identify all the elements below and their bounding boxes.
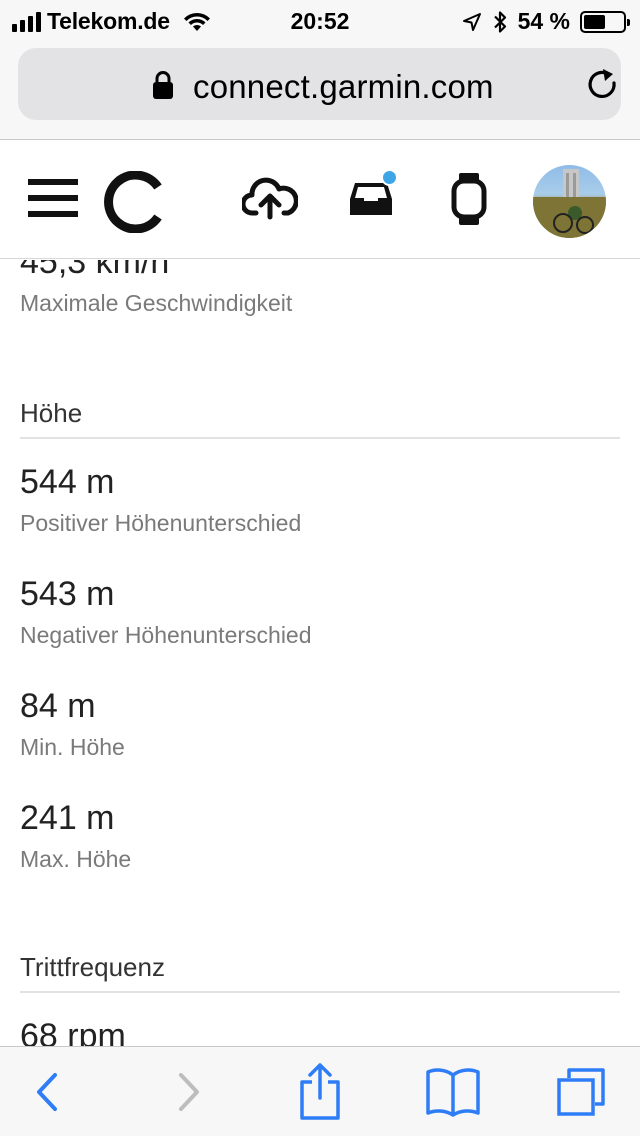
- back-icon[interactable]: [30, 1067, 64, 1117]
- notification-dot: [381, 169, 398, 186]
- stat-label: Positiver Höhenunterschied: [20, 510, 302, 536]
- section-title-cadence: Trittfrequenz: [20, 952, 620, 993]
- share-icon[interactable]: [296, 1061, 344, 1121]
- max-speed-stat: 45,3 km/h Maximale Geschwindigkeit: [20, 260, 620, 318]
- status-bar: Telekom.de 20:52 54 %: [0, 0, 640, 40]
- device-watch-icon[interactable]: [451, 171, 487, 227]
- tabs-icon[interactable]: [554, 1067, 608, 1117]
- cadence-stat: 68 rpm: [20, 1016, 620, 1046]
- url-text: connect.garmin.com: [193, 68, 494, 105]
- stat-label: Maximale Geschwindigkeit: [20, 290, 293, 316]
- stat-value: 68 rpm: [20, 1017, 126, 1046]
- forward-icon[interactable]: [172, 1067, 206, 1117]
- bookmarks-icon[interactable]: [424, 1067, 482, 1117]
- bluetooth-icon: [493, 10, 506, 33]
- browser-toolbar: [0, 1046, 640, 1136]
- stat-value: 544 m: [20, 463, 115, 501]
- menu-icon[interactable]: [28, 177, 78, 219]
- inbox-icon[interactable]: [346, 169, 398, 221]
- max-elevation-stat: 241 m Max. Höhe: [20, 798, 620, 874]
- battery-icon: [580, 10, 630, 33]
- upload-cloud-icon[interactable]: [242, 177, 298, 221]
- stat-label: Max. Höhe: [20, 846, 132, 872]
- garmin-header: [0, 141, 640, 259]
- min-elevation-stat: 84 m Min. Höhe: [20, 686, 620, 762]
- browser-address-area: connect.garmin.com: [0, 40, 640, 140]
- avatar[interactable]: [533, 165, 606, 238]
- lock-icon: [153, 71, 173, 99]
- stat-value: 543 m: [20, 575, 115, 613]
- stat-value: 241 m: [20, 799, 115, 837]
- elevation-gain-stat: 544 m Positiver Höhenunterschied: [20, 462, 620, 538]
- reload-icon[interactable]: [584, 66, 622, 104]
- stat-value: 84 m: [20, 687, 96, 725]
- stat-label: Min. Höhe: [20, 734, 125, 760]
- status-right: 54 %: [462, 8, 630, 35]
- elevation-loss-stat: 543 m Negativer Höhenunterschied: [20, 574, 620, 650]
- section-title-elevation: Höhe: [20, 398, 620, 439]
- stat-value: 45,3 km/h: [20, 260, 170, 281]
- location-arrow-icon: [462, 12, 481, 31]
- stat-label: Negativer Höhenunterschied: [20, 622, 312, 648]
- battery-level-fill: [584, 14, 605, 29]
- activity-stats: 45,3 km/h Maximale Geschwindigkeit Höhe …: [0, 260, 640, 1046]
- url-field[interactable]: connect.garmin.com: [18, 48, 621, 120]
- garmin-connect-logo-icon[interactable]: [104, 171, 166, 233]
- battery-percent: 54 %: [517, 8, 570, 34]
